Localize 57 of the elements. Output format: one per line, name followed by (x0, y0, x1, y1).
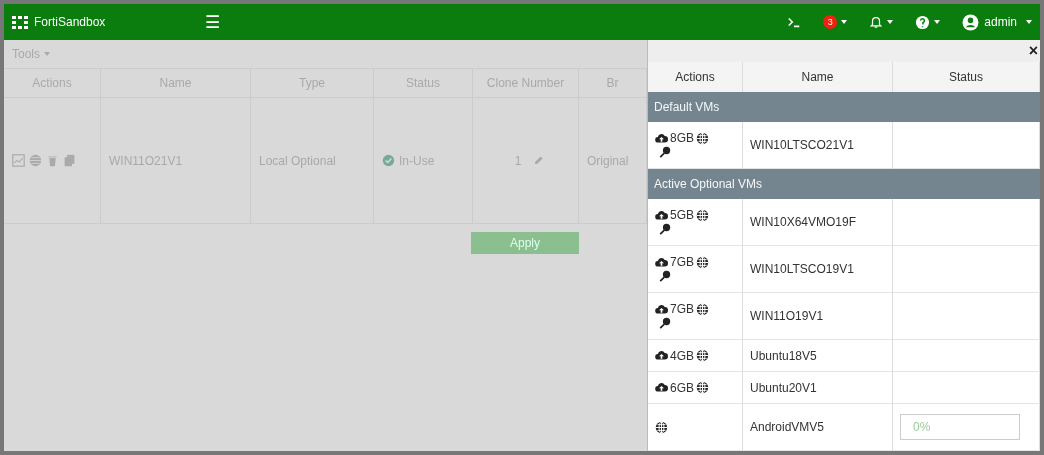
bell-icon (869, 15, 884, 29)
caret-icon (887, 20, 894, 24)
key-icon (658, 270, 671, 283)
vm-name: AndroidVMV5 (750, 420, 825, 434)
chart-icon (12, 154, 25, 167)
notification-badge[interactable]: 3 (823, 15, 838, 29)
size-label: 5GB (670, 208, 694, 222)
size-label: 7GB (670, 302, 694, 316)
vm-name: Ubuntu18V5 (750, 348, 817, 363)
logo-icon (12, 14, 28, 30)
size-label: 4GB (670, 348, 694, 363)
column-header: Name (743, 62, 893, 92)
caret-icon (1026, 20, 1032, 24)
globe-icon (29, 154, 42, 167)
globe-icon (696, 302, 709, 316)
copy-icon (63, 154, 76, 167)
globe-icon (696, 208, 709, 222)
vm-name: WIN10LTSCO21V1 (750, 138, 854, 152)
trash-icon (46, 154, 59, 167)
key-icon (658, 223, 671, 236)
globe-icon (696, 255, 709, 269)
cloud-upload-icon (655, 349, 668, 362)
caret-icon (44, 52, 50, 56)
globe-icon (696, 349, 709, 362)
user-icon (962, 13, 980, 31)
cloud-upload-icon (655, 208, 668, 222)
cloud-upload-icon (655, 381, 668, 394)
status-field: 0% (900, 414, 1020, 440)
cloud-upload-icon (655, 255, 668, 269)
cloud-upload-icon (655, 302, 668, 316)
pencil-icon (533, 155, 545, 166)
size-label: 8GB (670, 131, 694, 145)
vm-name: WIN10X64VMO19F (750, 215, 857, 229)
group-header: Active Optional VMs (648, 169, 1040, 199)
size-label: 6GB (670, 380, 694, 395)
key-icon (658, 146, 671, 159)
caret-icon (841, 20, 848, 24)
check-circle-icon (382, 154, 395, 167)
globe-icon (696, 381, 709, 394)
size-label: 7GB (670, 255, 694, 269)
globe-icon (696, 131, 709, 145)
close-button[interactable]: × (1028, 42, 1038, 60)
cloud-upload-icon (655, 131, 668, 145)
caret-icon (934, 20, 941, 24)
vm-name: Ubuntu20V1 (750, 380, 817, 395)
key-icon (658, 317, 671, 330)
brand-name: FortiSandbox (34, 15, 106, 29)
group-header: Default VMs (648, 92, 1040, 122)
terminal-icon (787, 15, 802, 29)
vm-name: WIN11O19V1 (750, 309, 824, 323)
column-header: Status (893, 62, 1040, 92)
user-name[interactable]: admin (984, 15, 1017, 29)
column-header: Actions (648, 62, 743, 92)
globe-icon (655, 420, 668, 434)
menu-button[interactable]: ☰ (205, 11, 221, 33)
vm-name: WIN10LTSCO19V1 (750, 262, 854, 276)
help-icon (915, 14, 931, 30)
